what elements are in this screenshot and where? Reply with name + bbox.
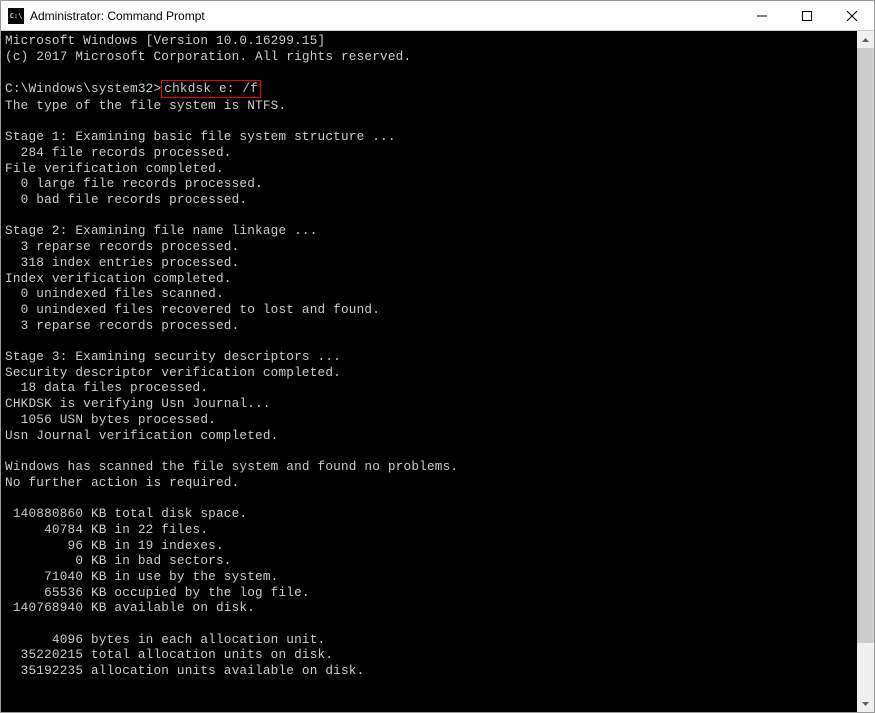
output-line: 3 reparse records processed. — [5, 239, 239, 254]
output-line: 4096 bytes in each allocation unit. — [5, 632, 325, 647]
prompt-text: C:\Windows\system32> — [5, 81, 161, 96]
output-line: 65536 KB occupied by the log file. — [5, 585, 310, 600]
output-line: (c) 2017 Microsoft Corporation. All righ… — [5, 49, 411, 64]
output-line: 0 bad file records processed. — [5, 192, 247, 207]
output-line: 40784 KB in 22 files. — [5, 522, 208, 537]
output-line: CHKDSK is verifying Usn Journal... — [5, 396, 271, 411]
titlebar: C:\ Administrator: Command Prompt — [1, 1, 874, 31]
output-line: 140880860 KB total disk space. — [5, 506, 247, 521]
command-highlight: chkdsk e: /f — [161, 80, 261, 98]
minimize-button[interactable] — [739, 1, 784, 30]
cmd-icon-label: C:\ — [10, 12, 23, 20]
output-line: Stage 2: Examining file name linkage ... — [5, 223, 318, 238]
output-line: 0 KB in bad sectors. — [5, 553, 232, 568]
output-line: 71040 KB in use by the system. — [5, 569, 278, 584]
output-line: Stage 1: Examining basic file system str… — [5, 129, 396, 144]
scroll-track[interactable] — [857, 48, 874, 695]
close-button[interactable] — [829, 1, 874, 30]
output-line: 35220215 total allocation units on disk. — [5, 647, 333, 662]
output-line: The type of the file system is NTFS. — [5, 98, 286, 113]
terminal-output[interactable]: Microsoft Windows [Version 10.0.16299.15… — [1, 31, 857, 712]
output-line: Usn Journal verification completed. — [5, 428, 278, 443]
output-line: 0 unindexed files scanned. — [5, 286, 224, 301]
cmd-icon: C:\ — [8, 8, 24, 24]
output-line: 35192235 allocation units available on d… — [5, 663, 364, 678]
output-line: 140768940 KB available on disk. — [5, 600, 255, 615]
output-line: 96 KB in 19 indexes. — [5, 538, 224, 553]
output-line: 18 data files processed. — [5, 380, 208, 395]
output-line: File verification completed. — [5, 161, 224, 176]
output-line: 1056 USN bytes processed. — [5, 412, 216, 427]
vertical-scrollbar[interactable] — [857, 31, 874, 712]
output-line: 0 unindexed files recovered to lost and … — [5, 302, 380, 317]
output-line: Windows has scanned the file system and … — [5, 459, 458, 474]
window-controls — [739, 1, 874, 30]
output-line: Stage 3: Examining security descriptors … — [5, 349, 341, 364]
output-line: No further action is required. — [5, 475, 239, 490]
terminal-area: Microsoft Windows [Version 10.0.16299.15… — [1, 31, 874, 712]
output-line: Microsoft Windows [Version 10.0.16299.15… — [5, 33, 325, 48]
window-title: Administrator: Command Prompt — [30, 9, 739, 23]
scroll-down-button[interactable] — [857, 695, 874, 712]
output-line: 3 reparse records processed. — [5, 318, 239, 333]
maximize-button[interactable] — [784, 1, 829, 30]
output-line: Security descriptor verification complet… — [5, 365, 341, 380]
output-line: 318 index entries processed. — [5, 255, 239, 270]
output-line: 0 large file records processed. — [5, 176, 263, 191]
scroll-up-button[interactable] — [857, 31, 874, 48]
output-line: 284 file records processed. — [5, 145, 232, 160]
output-line: Index verification completed. — [5, 271, 232, 286]
scroll-thumb[interactable] — [857, 48, 874, 643]
